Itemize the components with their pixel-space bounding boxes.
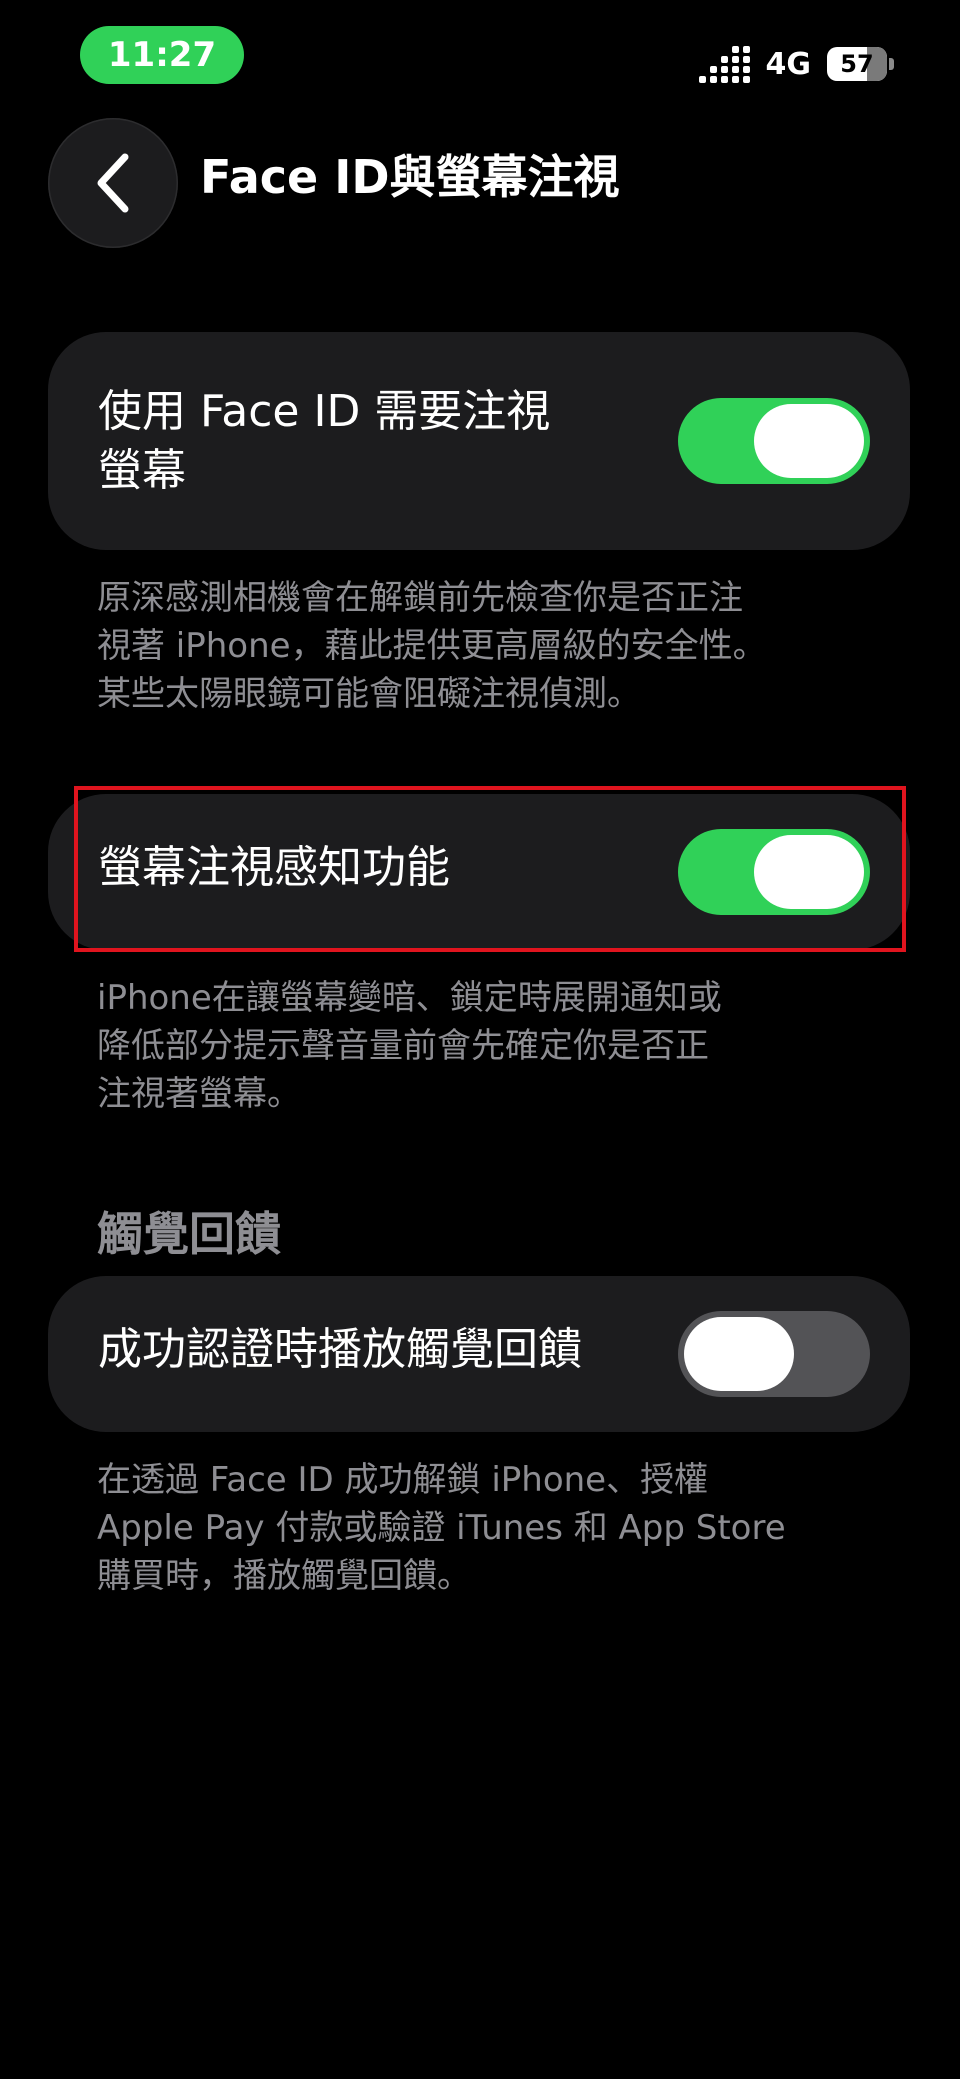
attention-aware-footnote: iPhone在讓螢幕變暗、鎖定時展開通知或 降低部分提示聲音量前會先確定你是否正… [97, 974, 857, 1118]
require-attention-toggle[interactable] [678, 398, 870, 484]
toggle-knob [754, 404, 864, 478]
footnote-line: 降低部分提示聲音量前會先確定你是否正 [97, 1026, 709, 1066]
network-type: 4G [765, 46, 812, 82]
page-title: Face ID與螢幕注視 [200, 150, 620, 204]
footnote-line: 原深感測相機會在解鎖前先檢查你是否正注 [97, 578, 743, 618]
status-bar: 11:27 4G 57 [0, 0, 960, 110]
cellular-signal-icon [698, 45, 750, 83]
haptic-section-header: 觸覺回饋 [97, 1207, 281, 1261]
footnote-line: iPhone在讓螢幕變暗、鎖定時展開通知或 [97, 978, 722, 1018]
haptic-feedback-footnote: 在透過 Face ID 成功解鎖 iPhone、授權 Apple Pay 付款或… [97, 1456, 897, 1600]
footnote-line: 某些太陽眼鏡可能會阻礙注視偵測。 [97, 674, 641, 714]
footnote-line: 購買時，播放觸覺回饋。 [97, 1556, 471, 1596]
battery-icon: 57 [827, 47, 887, 81]
require-attention-label: 使用 Face ID 需要注視 螢幕 [98, 382, 550, 501]
battery-level: 57 [840, 50, 874, 78]
require-attention-footnote: 原深感測相機會在解鎖前先檢查你是否正注 視著 iPhone，藉此提供更高層級的安… [97, 574, 857, 718]
footnote-line: 視著 iPhone，藉此提供更高層級的安全性。 [97, 626, 767, 666]
require-attention-label-line-2: 螢幕 [98, 445, 186, 497]
footnote-line: 在透過 Face ID 成功解鎖 iPhone、授權 [97, 1460, 709, 1500]
footnote-line: 注視著螢幕。 [97, 1074, 301, 1114]
attention-aware-toggle[interactable] [678, 829, 870, 915]
haptic-feedback-toggle[interactable] [678, 1311, 870, 1397]
attention-aware-row[interactable]: 螢幕注視感知功能 [48, 794, 910, 950]
toggle-knob [684, 1317, 794, 1391]
attention-aware-label: 螢幕注視感知功能 [98, 842, 450, 893]
battery-tip [889, 58, 894, 70]
require-attention-row[interactable]: 使用 Face ID 需要注視 螢幕 [48, 332, 910, 550]
haptic-feedback-row[interactable]: 成功認證時播放觸覺回饋 [48, 1276, 910, 1432]
footnote-line: Apple Pay 付款或驗證 iTunes 和 App Store [97, 1508, 786, 1548]
require-attention-label-line-1: 使用 Face ID 需要注視 [98, 386, 551, 437]
back-button[interactable] [48, 118, 178, 248]
status-time[interactable]: 11:27 [80, 26, 244, 84]
chevron-left-icon [97, 153, 129, 213]
haptic-feedback-label: 成功認證時播放觸覺回饋 [98, 1324, 582, 1375]
status-indicators: 4G 57 [698, 44, 894, 84]
toggle-knob [754, 835, 864, 909]
